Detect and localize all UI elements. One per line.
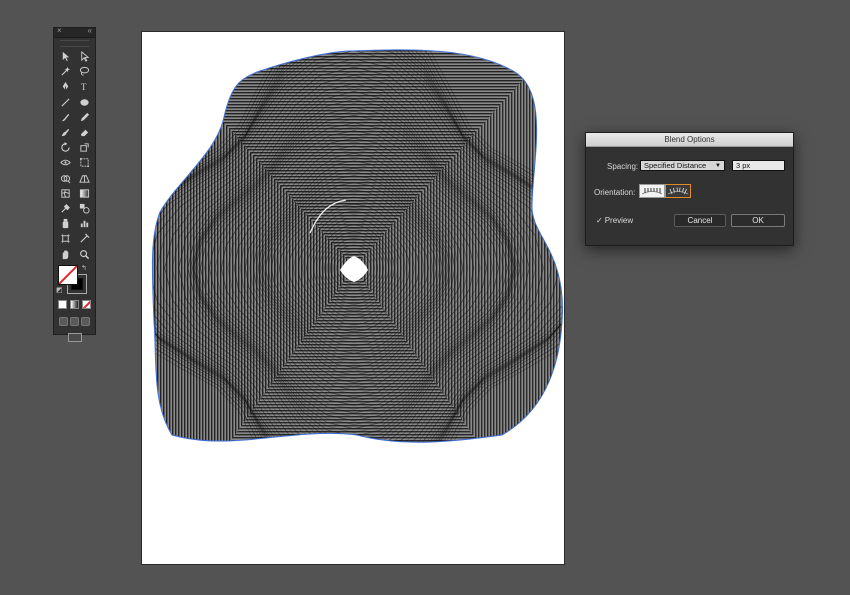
tool-button[interactable] [75, 155, 93, 170]
shape-builder-tool-icon [60, 174, 70, 184]
selection-tool-icon [62, 52, 69, 62]
blend-options-dialog: Blend Options Spacing: Specified Distanc… [585, 132, 794, 246]
spacing-select[interactable]: Specified Distance ▼ [640, 160, 725, 171]
ok-button[interactable]: OK [731, 214, 785, 227]
gradient-tool-icon [79, 189, 89, 198]
draw-behind-button[interactable] [70, 316, 79, 326]
tool-button[interactable] [56, 216, 74, 231]
tool-button[interactable] [75, 49, 93, 64]
ellipse-tool-icon [79, 98, 89, 106]
draw-normal-button[interactable] [59, 316, 68, 326]
preview-label: Preview [604, 216, 634, 225]
tool-button[interactable] [75, 201, 93, 216]
checkmark-icon: ✓ [596, 216, 603, 225]
tool-button[interactable] [56, 246, 74, 261]
tool-button[interactable] [56, 110, 74, 125]
eraser-tool-icon [80, 129, 88, 137]
color-swatches: ↰ ◩ [54, 264, 95, 298]
align-to-path-button[interactable] [665, 184, 691, 198]
default-colors-icon[interactable]: ◩ [56, 286, 63, 294]
hand-tool-icon [62, 249, 68, 259]
pencil-tool-icon [80, 112, 89, 122]
blob-brush-tool-icon [61, 128, 69, 137]
close-icon[interactable]: × [57, 26, 62, 36]
free-transform-tool-icon [79, 158, 89, 168]
width-tool-icon [59, 160, 71, 166]
gradient-mode-button[interactable] [70, 299, 79, 309]
blend-steps [152, 49, 563, 443]
tool-button[interactable] [75, 171, 93, 186]
tool-button[interactable] [75, 110, 93, 125]
tool-button[interactable] [75, 186, 93, 201]
screen-mode-button[interactable] [67, 332, 82, 342]
drawing-modes-row [54, 316, 95, 326]
tool-button[interactable] [56, 155, 74, 170]
panel-grip[interactable] [60, 40, 89, 47]
rotate-tool-icon [60, 142, 70, 152]
tool-button[interactable] [56, 186, 74, 201]
blend-tool-icon [79, 203, 90, 214]
orientation-label: Orientation: [594, 188, 636, 197]
type-tool-icon: T [80, 83, 86, 93]
spacing-select-value: Specified Distance [644, 161, 707, 170]
tool-button[interactable] [75, 246, 93, 261]
column-graph-tool-icon [80, 220, 88, 228]
tool-button[interactable] [75, 216, 93, 231]
tool-button[interactable] [75, 64, 93, 79]
pen-tool-icon [62, 82, 68, 92]
tool-grid: T [54, 49, 95, 262]
tool-button[interactable] [56, 64, 74, 79]
artboard[interactable] [141, 31, 565, 565]
mesh-tool-icon [60, 189, 70, 198]
tool-button[interactable] [56, 231, 74, 246]
tool-button[interactable] [56, 201, 74, 216]
tool-button[interactable] [56, 79, 74, 94]
direct-selection-tool-icon [80, 51, 89, 62]
tools-panel: × « T ↰ ◩ [53, 26, 96, 342]
spacing-label: Spacing: [607, 162, 639, 171]
preview-checkbox[interactable]: ✓ Preview [596, 216, 633, 225]
tool-button[interactable]: T [75, 79, 93, 94]
draw-inside-button[interactable] [81, 316, 90, 326]
magic-wand-tool-icon [60, 67, 70, 76]
chevron-down-icon: ▼ [715, 163, 721, 169]
tool-button[interactable] [56, 49, 74, 64]
collapse-icon[interactable]: « [88, 26, 92, 36]
tool-button[interactable] [56, 140, 74, 155]
tool-button[interactable] [75, 140, 93, 155]
lasso-tool-icon [79, 67, 89, 76]
slice-tool-icon [79, 233, 89, 243]
tool-button[interactable] [75, 231, 93, 246]
align-to-path-icon [667, 187, 689, 195]
tool-button[interactable] [56, 125, 74, 140]
distance-input[interactable]: 3 px [732, 160, 785, 171]
scale-tool-icon [79, 143, 89, 152]
paintbrush-tool-icon [61, 113, 69, 122]
fill-swatch[interactable] [58, 264, 78, 285]
color-mode-button[interactable] [58, 299, 67, 309]
swap-fill-stroke-icon[interactable]: ↰ [81, 264, 87, 272]
perspective-grid-tool-icon [78, 174, 90, 183]
line-segment-tool-icon [60, 98, 70, 107]
tools-panel-header[interactable]: × « [54, 26, 95, 38]
svg-text:T: T [80, 83, 86, 93]
tool-button[interactable] [75, 95, 93, 110]
eyedropper-tool-icon [60, 204, 70, 213]
symbol-sprayer-tool-icon [62, 219, 68, 229]
align-to-page-icon [641, 188, 663, 195]
tool-button[interactable] [56, 95, 74, 110]
tool-button[interactable] [75, 125, 93, 140]
cancel-button[interactable]: Cancel [674, 214, 726, 227]
artboard-tool-icon [60, 234, 70, 244]
color-mode-row [54, 299, 95, 309]
blend-artwork[interactable] [142, 32, 566, 566]
none-mode-button[interactable] [82, 299, 91, 309]
tool-button[interactable] [56, 171, 74, 186]
align-to-page-button[interactable] [639, 184, 665, 198]
zoom-tool-icon [79, 249, 89, 259]
dialog-title[interactable]: Blend Options [586, 133, 793, 147]
